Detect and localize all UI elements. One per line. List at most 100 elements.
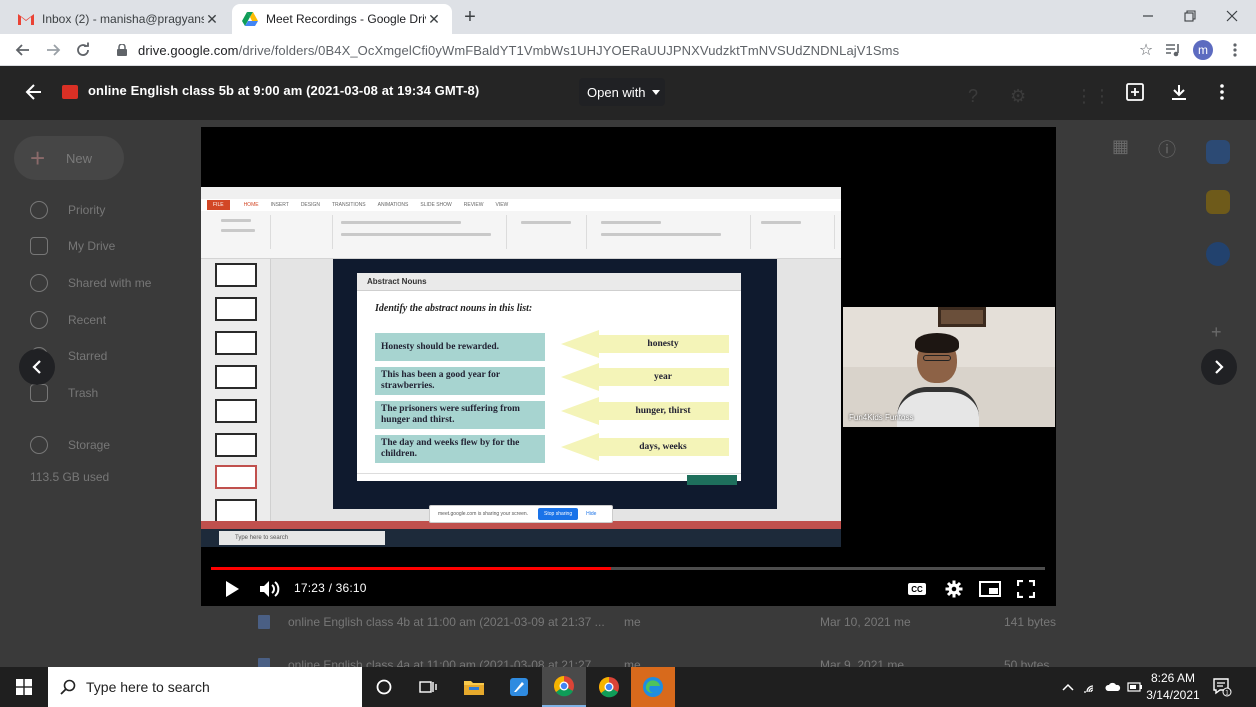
previous-file-button[interactable] — [19, 349, 55, 385]
settings-button[interactable] — [941, 578, 967, 600]
play-button[interactable] — [219, 578, 245, 600]
video-frame-screen-share: FILE HOME INSERT DESIGN TRANSITIONS ANIM… — [201, 187, 841, 547]
chrome-profile-button[interactable] — [542, 667, 586, 707]
more-vertical-icon — [1220, 84, 1224, 100]
minimize-window-button[interactable] — [1126, 0, 1170, 32]
participant-name: Fun4Kids Funtoss — [849, 413, 914, 422]
slide-thumbnail — [215, 263, 257, 287]
recorded-search-box: Type here to search — [219, 531, 385, 545]
ribbon-control — [221, 229, 255, 232]
taskbar-app-button[interactable] — [497, 667, 541, 707]
ppt-ribbon-body — [201, 211, 841, 259]
ppt-tab: TRANSITIONS — [331, 202, 366, 208]
ribbon-control — [601, 221, 661, 224]
download-button[interactable] — [1167, 80, 1191, 104]
restore-window-button[interactable] — [1168, 0, 1212, 32]
slide-footer — [357, 473, 741, 485]
notification-icon: 1 — [1213, 678, 1232, 697]
tab-gmail-inbox[interactable]: Inbox (2) - manisha@pragyansch ✕ — [8, 4, 230, 34]
profile-button[interactable]: m — [1191, 38, 1215, 62]
tab-title: Inbox (2) - manisha@pragyansch — [42, 12, 204, 26]
captions-button[interactable]: CC — [904, 578, 930, 600]
taskbar-clock[interactable]: 8:26 AM 3/14/2021 — [1140, 670, 1206, 704]
close-tab-icon[interactable]: ✕ — [204, 11, 220, 28]
ppt-tabs: FILE HOME INSERT DESIGN TRANSITIONS ANIM… — [201, 199, 841, 211]
minimize-icon — [1143, 15, 1153, 17]
ribbon-control — [601, 233, 721, 236]
chrome-button[interactable] — [587, 667, 631, 707]
slide-question: Identify the abstract nouns in this list… — [375, 303, 532, 314]
open-with-label: Open with — [587, 84, 646, 100]
onedrive-button[interactable] — [1102, 667, 1124, 707]
more-actions-button[interactable] — [1210, 80, 1234, 104]
answer-arrow: hunger, thirst — [561, 397, 729, 425]
tasks-icon[interactable] — [1206, 242, 1230, 266]
info-icon[interactable]: ⓘ — [1158, 136, 1176, 162]
sidebar-item-recent[interactable]: Recent — [0, 305, 200, 335]
reload-button[interactable] — [71, 38, 95, 62]
show-hidden-icons-button[interactable] — [1058, 667, 1078, 707]
file-explorer-button[interactable] — [452, 667, 496, 707]
slide-thumbnail — [215, 365, 257, 389]
grid-view-icon[interactable]: ▦ — [1112, 136, 1129, 157]
google-drive-icon — [242, 11, 258, 27]
sidebar-item-storage[interactable]: Storage — [0, 430, 200, 460]
url-host: drive.google.com — [138, 42, 239, 58]
search-placeholder: Type here to search — [86, 679, 210, 695]
file-size: 141 bytes — [1004, 615, 1057, 629]
cortana-button[interactable] — [362, 667, 406, 707]
ppt-tab: FILE — [207, 200, 230, 210]
wall-picture — [938, 307, 986, 327]
edge-icon — [643, 677, 663, 697]
new-button[interactable]: + New — [14, 136, 124, 180]
volume-icon — [260, 581, 280, 597]
forward-button[interactable] — [41, 38, 65, 62]
ppt-tab: VIEW — [495, 202, 509, 208]
close-window-button[interactable] — [1210, 0, 1254, 32]
fullscreen-button[interactable] — [1013, 578, 1039, 600]
progress-bar[interactable] — [211, 567, 1045, 570]
slide-sentence: This has been a good year for strawberri… — [375, 367, 545, 395]
keep-icon[interactable] — [1206, 190, 1230, 214]
volume-button[interactable] — [257, 578, 283, 600]
sidebar-item-shared[interactable]: Shared with me — [0, 268, 200, 298]
tab-meet-recordings[interactable]: Meet Recordings - Google Drive ✕ — [232, 4, 452, 34]
storage-used: 113.5 GB used — [30, 470, 110, 484]
restore-icon — [1184, 10, 1196, 22]
lock-icon — [112, 44, 132, 56]
media-queue-button[interactable] — [1161, 38, 1185, 62]
sidebar-item-label: Storage — [68, 438, 111, 452]
add-addon-icon[interactable]: + — [1211, 322, 1222, 343]
plus-icon: + — [30, 143, 46, 173]
hide-label: Hide — [586, 511, 597, 517]
next-file-button[interactable] — [1201, 349, 1237, 385]
close-preview-button[interactable] — [22, 80, 46, 104]
sidebar-item-my-drive[interactable]: My Drive — [0, 231, 200, 261]
start-button[interactable] — [0, 667, 48, 707]
calendar-icon[interactable] — [1206, 140, 1230, 164]
sidebar-item-priority[interactable]: Priority — [0, 195, 200, 225]
taskbar-search-box[interactable]: Type here to search — [48, 667, 362, 707]
new-tab-button[interactable]: + — [458, 6, 482, 30]
slide-thumbnail — [215, 297, 257, 321]
browser-menu-button[interactable] — [1223, 38, 1247, 62]
network-button[interactable] — [1080, 667, 1102, 707]
back-button[interactable] — [11, 38, 35, 62]
participant-camera-tile: Fun4Kids Funtoss — [843, 307, 1055, 427]
video-player[interactable]: FILE HOME INSERT DESIGN TRANSITIONS ANIM… — [201, 127, 1056, 606]
bookmark-star-icon[interactable]: ☆ — [1134, 40, 1158, 60]
file-row[interactable]: online English class 4b at 11:00 am (202… — [258, 610, 1056, 634]
open-with-button[interactable]: Open with — [579, 78, 665, 106]
miniplayer-button[interactable] — [977, 578, 1003, 600]
task-view-button[interactable] — [406, 667, 450, 707]
slide-answer: days, weeks — [639, 442, 687, 452]
address-bar[interactable]: drive.google.com/drive/folders/0B4X_OcXm… — [104, 37, 1158, 63]
action-center-button[interactable]: 1 — [1210, 675, 1234, 699]
close-tab-icon[interactable]: ✕ — [426, 11, 442, 28]
queue-music-icon — [1166, 44, 1179, 57]
add-shortcut-button[interactable] — [1123, 80, 1147, 104]
question-emphasis: abstract nouns — [425, 303, 486, 314]
captions-icon: CC — [908, 583, 926, 595]
edge-button[interactable] — [631, 667, 675, 707]
arrow-right-icon — [47, 44, 61, 56]
